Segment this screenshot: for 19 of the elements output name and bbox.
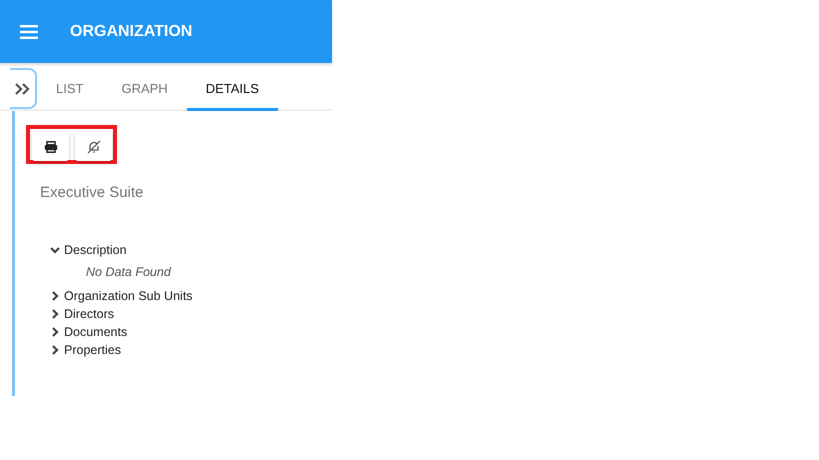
tab[interactable]: GRAPH [102, 68, 187, 111]
record-title: Executive Suite [40, 184, 144, 201]
bell-off-icon [86, 140, 100, 154]
chevron-down-icon [50, 245, 60, 255]
print-button[interactable] [32, 132, 69, 161]
tab[interactable]: DETAILS [186, 68, 278, 111]
section-toggle[interactable]: Organization Sub Units [50, 287, 332, 305]
menu-icon[interactable] [20, 24, 38, 38]
section-toggle[interactable]: Properties [50, 341, 332, 359]
section-toggle[interactable]: Documents [50, 323, 332, 341]
printer-icon [44, 140, 58, 152]
tab[interactable]: LIST [37, 68, 102, 111]
header-title: ORGANIZATION [70, 22, 192, 40]
empty-message: No Data Found [86, 264, 172, 281]
notifications-off-button[interactable] [75, 132, 112, 161]
section-toggle[interactable]: Directors [50, 305, 332, 323]
expand-panel-button[interactable] [10, 68, 37, 109]
double-chevron-icon [14, 82, 32, 94]
section-toggle[interactable]: Description [50, 241, 332, 259]
